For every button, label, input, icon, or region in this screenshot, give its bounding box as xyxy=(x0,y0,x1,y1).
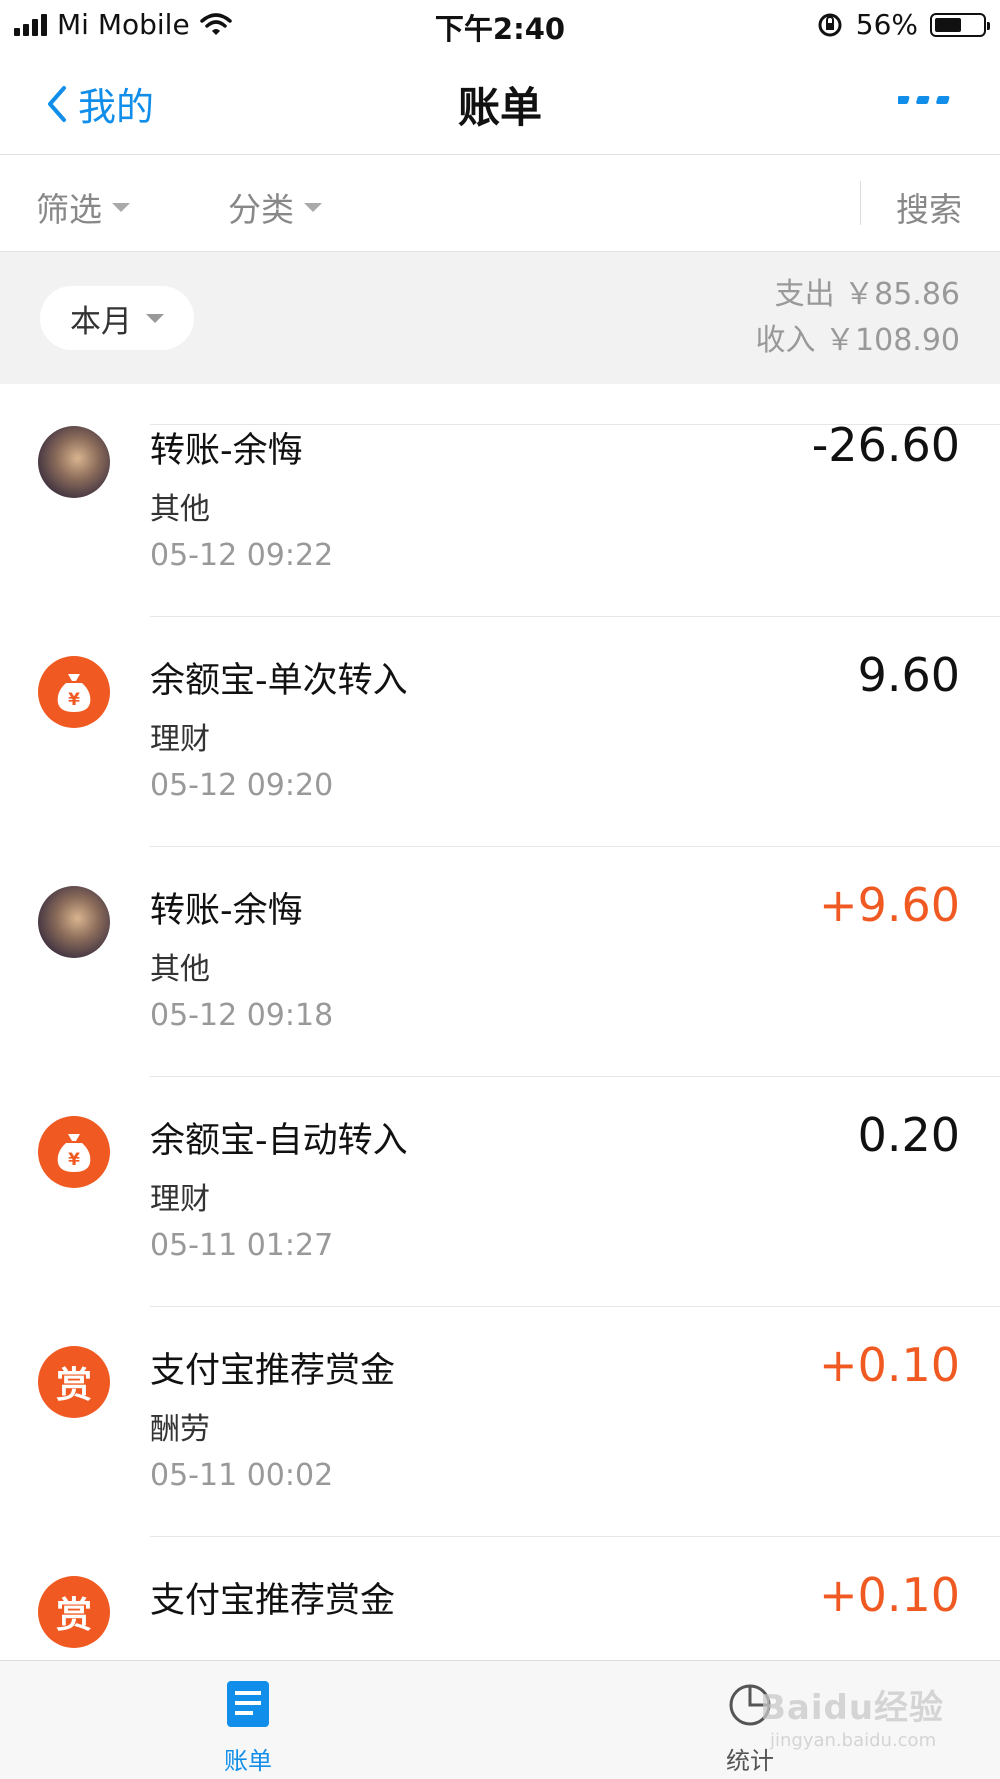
money-bag-icon: ¥ xyxy=(38,656,110,728)
transaction-category: 理财 xyxy=(150,1182,210,1217)
transaction-amount: 0.20 xyxy=(857,1108,960,1162)
svg-text:¥: ¥ xyxy=(68,1150,80,1170)
expense-total: 支出 ￥85.86 xyxy=(774,277,960,312)
transaction-row[interactable]: ¥ 余额宝-单次转入理财 05-12 09:20 9.60 xyxy=(0,616,1000,846)
filter-bar: 筛选 分类 搜索 xyxy=(0,155,1000,252)
row-divider xyxy=(150,846,1000,847)
watermark-url: jingyan.baidu.com xyxy=(770,1730,937,1751)
money-bag-icon: ¥ xyxy=(38,1116,110,1188)
month-header: 本月 支出 ￥85.86 收入 ￥108.90 xyxy=(0,252,1000,384)
transaction-amount: -26.60 xyxy=(811,418,960,472)
transaction-amount: 9.60 xyxy=(857,648,960,702)
caret-down-icon xyxy=(304,202,322,212)
month-summary: 支出 ￥85.86 收入 ￥108.90 xyxy=(755,272,960,364)
category-label: 分类 xyxy=(228,190,294,229)
status-right: 56% xyxy=(816,8,990,41)
battery-icon xyxy=(930,12,990,37)
month-selector-label: 本月 xyxy=(70,303,132,340)
transaction-time: 05-12 09:22 xyxy=(150,538,334,573)
transaction-time: 05-12 09:18 xyxy=(150,998,334,1033)
transaction-row[interactable]: 转账-余悔其他 05-12 09:18 +9.60 xyxy=(0,846,1000,1076)
transaction-category: 其他 xyxy=(150,492,210,527)
filter-divider xyxy=(860,181,861,225)
category-dropdown[interactable]: 分类 xyxy=(228,183,322,231)
user-avatar xyxy=(38,886,110,958)
search-label: 搜索 xyxy=(896,190,962,229)
bill-list-icon xyxy=(227,1681,269,1727)
transaction-time: 05-11 01:27 xyxy=(150,1228,334,1263)
tab-bills-label: 账单 xyxy=(224,1747,272,1775)
more-icon[interactable] xyxy=(898,88,954,118)
month-selector[interactable]: 本月 xyxy=(40,286,194,350)
transaction-title: 支付宝推荐赏金 xyxy=(150,1581,396,1621)
reward-icon: 赏 xyxy=(38,1346,110,1418)
transaction-amount: +9.60 xyxy=(819,878,960,932)
income-total: 收入 ￥108.90 xyxy=(755,323,960,358)
transaction-category: 其他 xyxy=(150,952,210,987)
orientation-lock-icon xyxy=(818,13,842,36)
filter-dropdown[interactable]: 筛选 xyxy=(36,183,130,231)
transaction-row[interactable]: 赏 支付宝推荐赏金酬劳 05-11 00:02 +0.10 xyxy=(0,1306,1000,1536)
transaction-list[interactable]: 转账-余悔 其他 05-12 09:22 -26.60 ¥ 余额宝-单次转入 理财 05-12… xyxy=(0,384,1000,1660)
transaction-category: 理财 xyxy=(150,722,210,757)
transaction-title: 余额宝-自动转入 xyxy=(150,1121,408,1161)
tab-bills[interactable]: 账单 xyxy=(188,1679,308,1776)
filter-label: 筛选 xyxy=(36,190,102,229)
battery-fill xyxy=(935,17,961,32)
transaction-row[interactable]: ¥ 余额宝-自动转入理财 05-11 01:27 0.20 xyxy=(0,1076,1000,1306)
transaction-title: 转账-余悔 xyxy=(150,431,303,471)
transaction-row[interactable]: 转账-余悔其他 05-12 09:22 -26.60 xyxy=(0,386,1000,616)
transaction-title: 转账-余悔 xyxy=(150,891,303,931)
transaction-time: 05-11 00:02 xyxy=(150,1458,334,1493)
transaction-row[interactable]: 赏 支付宝推荐赏金 +0.10 xyxy=(0,1536,1000,1660)
row-divider xyxy=(150,616,1000,617)
caret-down-icon xyxy=(112,202,130,212)
reward-icon-glyph: 赏 xyxy=(55,1595,92,1636)
transaction-amount: +0.10 xyxy=(819,1568,960,1622)
battery-percent: 56% xyxy=(855,8,918,41)
page-title: 账单 xyxy=(457,83,542,132)
row-divider xyxy=(150,1536,1000,1537)
transaction-title: 余额宝-单次转入 xyxy=(150,661,408,701)
reward-icon-glyph: 赏 xyxy=(55,1365,92,1406)
user-avatar xyxy=(38,426,110,498)
battery-tip xyxy=(987,21,990,30)
transaction-title: 支付宝推荐赏金 xyxy=(150,1351,396,1391)
status-bar: Mi Mobile 下午2:40 56% xyxy=(0,0,1000,50)
reward-icon: 赏 xyxy=(38,1576,110,1648)
search-button[interactable]: 搜索 xyxy=(896,183,962,231)
transaction-time: 05-12 09:20 xyxy=(150,768,334,803)
svg-text:¥: ¥ xyxy=(68,690,80,710)
transaction-amount: +0.10 xyxy=(819,1338,960,1392)
row-divider xyxy=(150,1306,1000,1307)
row-divider xyxy=(150,1076,1000,1077)
nav-bar: 我的 账单 xyxy=(0,52,1000,155)
caret-down-icon xyxy=(146,313,164,323)
transaction-category: 酬劳 xyxy=(150,1412,210,1447)
watermark-logo: Baidu经验 xyxy=(760,1688,945,1728)
